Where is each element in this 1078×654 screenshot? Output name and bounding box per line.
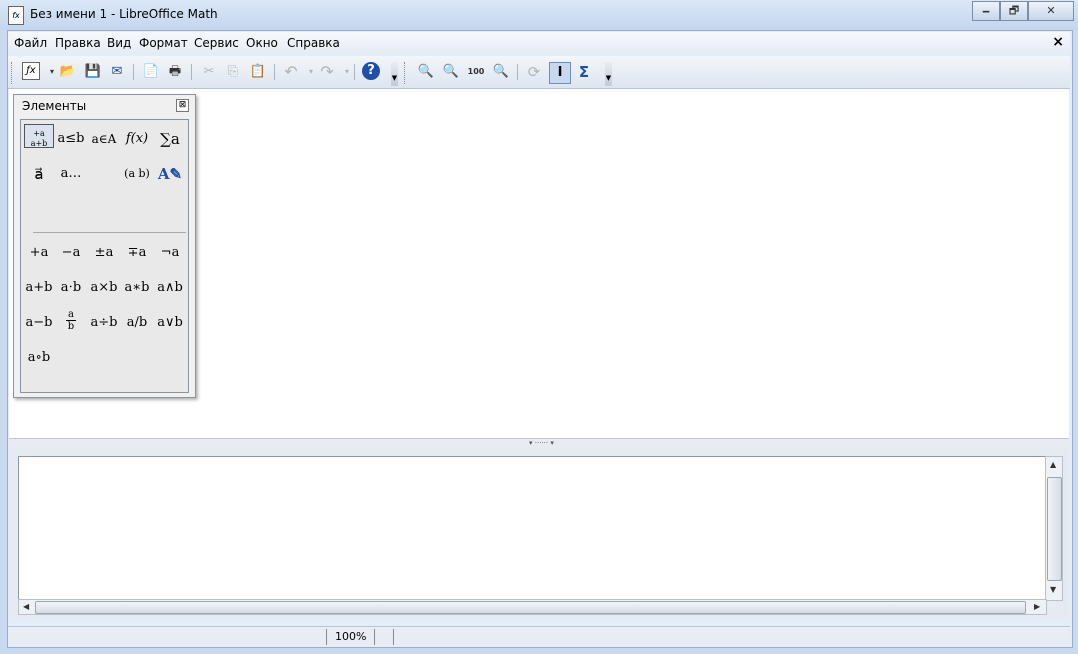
element-a-slash-b[interactable]: a/b [122,308,152,338]
zoom-icon[interactable]: 🔍 [491,62,511,82]
help-icon[interactable]: ? [362,62,380,80]
element-a-cdot-b[interactable]: a⋅b [56,273,86,303]
zoom-out-icon[interactable]: 🔍 [441,62,461,82]
paste-icon[interactable]: 📋 [248,62,268,82]
zoom-in-icon[interactable]: 🔍 [416,62,436,82]
element-a-circ-b[interactable]: a∘b [24,343,54,373]
element-a-or-b[interactable]: a∨b [155,308,185,338]
element-not-a[interactable]: ¬a [155,238,185,268]
element-fraction[interactable]: ab [56,306,86,336]
toolbar-separator [517,64,518,80]
menu-bar: Файл Правка Вид Формат Сервис Окно Справ… [8,32,1070,54]
cut-icon[interactable]: ✂ [199,62,219,82]
minimize-button[interactable]: 🗕 [972,1,1000,21]
vertical-scroll-thumb[interactable] [1047,477,1062,581]
close-button[interactable]: ✕ [1028,1,1074,21]
category-relations[interactable]: a≤b [56,124,86,154]
toolbar-overflow-icon[interactable]: ▼ [605,62,612,86]
maximize-button[interactable]: 🗗 [1000,1,1028,21]
title-bar: fx Без имени 1 - LibreOffice Math 🗕 🗗 ✕ [0,0,1078,30]
splitter-grip-icon[interactable]: ▾ ······ ▾ [529,439,554,447]
undo-icon[interactable]: ↶ [281,62,301,82]
element-a-times-b[interactable]: a×b [89,273,119,303]
horizontal-scrollbar[interactable]: ◀ ▶ [18,599,1047,615]
horizontal-scroll-thumb[interactable] [35,601,1026,614]
toolbar-separator [191,64,192,80]
toolbar-separator [274,64,275,80]
window-title: Без имени 1 - LibreOffice Math [30,7,218,21]
element-a-div-b[interactable]: a÷b [89,308,119,338]
menu-edit[interactable]: Правка [55,36,101,50]
status-bar: 100% [8,626,1070,647]
element-minus-plus-a[interactable]: ∓a [122,238,152,268]
update-icon[interactable]: ⟳ [524,62,544,82]
elements-panel-title: Элементы [22,99,87,113]
standard-toolbar: ƒx ▾ 📂 💾 ✉ 📄 🖶 ✂ ⎘ 📋 ↶ ▾ ↷ ▾ ? ▼ 🔍 🔍 100… [8,56,1070,89]
close-document-icon[interactable]: × [1052,34,1064,50]
toolbar-separator [133,64,134,80]
menu-tools[interactable]: Сервис [194,36,239,50]
menu-format[interactable]: Формат [139,36,188,50]
libreoffice-math-icon: fx [8,6,24,25]
copy-icon[interactable]: ⎘ [223,62,243,82]
elements-grid: +a a+b a≤b a∈A f(x) ∑a a⃗ a… (a b) A✎ +a … [20,119,189,393]
category-brackets[interactable]: (a b) [122,159,152,189]
redo-icon[interactable]: ↷ [317,62,337,82]
command-editor[interactable] [18,456,1047,601]
menu-view[interactable]: Вид [107,36,131,50]
category-formats-icon[interactable]: A✎ [155,159,185,189]
toolbar-separator [354,64,355,80]
email-icon[interactable]: ✉ [107,62,127,82]
element-plus-a[interactable]: +a [24,238,54,268]
panel-close-icon[interactable]: ⊠ [176,99,189,112]
status-divider [393,629,394,645]
zoom-100-icon[interactable]: 100 [466,62,486,82]
element-a-star-b[interactable]: a∗b [122,273,152,303]
formula-cursor-icon[interactable]: I [549,62,571,84]
element-a-plus-b[interactable]: a+b [24,273,54,303]
element-a-and-b[interactable]: a∧b [155,273,185,303]
elements-divider [33,232,186,233]
toolbar-grip[interactable] [11,62,15,84]
element-a-minus-b[interactable]: a−b [24,308,54,338]
vertical-scrollbar[interactable]: ▲ ▼ [1045,456,1063,601]
scroll-up-icon[interactable]: ▲ [1050,460,1056,469]
element-plus-minus-a[interactable]: ±a [89,238,119,268]
category-operators[interactable]: ∑a [155,124,185,154]
print-icon[interactable]: 🖶 [165,62,185,82]
category-set-operations[interactable]: a∈A [89,124,119,154]
scroll-left-icon[interactable]: ◀ [23,602,29,611]
category-others[interactable]: a… [56,159,86,189]
scroll-right-icon[interactable]: ▶ [1034,602,1040,611]
toolbar-overflow-icon[interactable]: ▼ [391,62,398,86]
category-unary-binary-operators[interactable]: +a a+b [24,124,54,148]
category-attributes[interactable]: a⃗ [24,159,54,189]
menu-window[interactable]: Окно [246,36,278,50]
open-folder-icon[interactable]: 📂 [58,62,78,82]
elements-panel: Элементы ⊠ +a a+b a≤b a∈A f(x) ∑a a⃗ a… (… [13,94,196,398]
zoom-level[interactable]: 100% [326,629,376,645]
symbols-icon[interactable]: Σ [574,62,594,82]
toolbar-grip[interactable] [404,62,408,84]
export-pdf-icon[interactable]: 📄 [141,62,161,82]
save-icon[interactable]: 💾 [83,62,103,82]
new-formula-icon[interactable]: ƒx [22,62,40,80]
menu-file[interactable]: Файл [14,36,47,50]
menu-help[interactable]: Справка [287,36,340,50]
scroll-down-icon[interactable]: ▼ [1050,585,1056,594]
element-minus-a[interactable]: −a [56,238,86,268]
category-functions[interactable]: f(x) [122,124,152,154]
